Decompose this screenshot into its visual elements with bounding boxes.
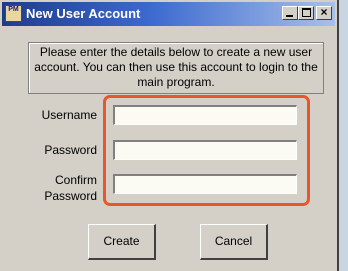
minimize-button[interactable] bbox=[282, 6, 298, 20]
confirm-label-line2: Password bbox=[44, 189, 97, 203]
app-icon: PM bbox=[5, 5, 22, 22]
confirm-password-label: Confirm Password bbox=[17, 172, 97, 204]
close-icon: × bbox=[320, 5, 328, 19]
confirm-label-line1: Confirm bbox=[54, 173, 97, 187]
username-field[interactable] bbox=[113, 105, 297, 125]
password-field[interactable] bbox=[113, 140, 297, 160]
instructions-box: Please enter the details below to create… bbox=[28, 42, 324, 94]
title-bar[interactable]: PM New User Account × bbox=[2, 2, 335, 26]
password-label: Password bbox=[44, 143, 97, 157]
cancel-button[interactable]: Cancel bbox=[200, 224, 268, 260]
instructions-text: Please enter the details below to create… bbox=[34, 45, 318, 89]
username-label: Username bbox=[41, 108, 97, 122]
window-title: New User Account bbox=[26, 6, 141, 21]
create-button[interactable]: Create bbox=[88, 224, 156, 260]
confirm-password-field[interactable] bbox=[113, 174, 297, 194]
new-user-dialog: PM New User Account × Please enter the d… bbox=[0, 0, 339, 271]
close-button[interactable]: × bbox=[316, 5, 332, 20]
maximize-button[interactable] bbox=[298, 6, 314, 20]
